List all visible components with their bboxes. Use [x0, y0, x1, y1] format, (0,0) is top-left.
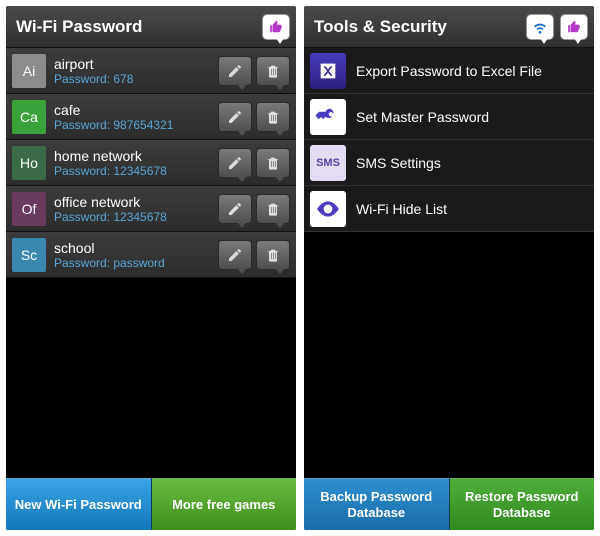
tool-label: Wi-Fi Hide List: [356, 201, 447, 217]
trash-icon: [265, 109, 281, 125]
edit-button[interactable]: [218, 240, 252, 270]
sms-icon: SMS: [310, 145, 346, 181]
pencil-icon: [227, 247, 243, 263]
wifi-row[interactable]: Ai airport Password: 678: [6, 48, 296, 94]
edit-button[interactable]: [218, 148, 252, 178]
wifi-name: cafe: [54, 102, 218, 118]
tools-security-screen: Tools & Security Export Password to Exce…: [304, 6, 594, 530]
trash-icon: [265, 247, 281, 263]
wifi-password-screen: Wi-Fi Password Ai airport Password: 678 …: [6, 6, 296, 530]
wifi-avatar: Ca: [12, 100, 46, 134]
empty-area: [6, 278, 296, 478]
edit-button[interactable]: [218, 194, 252, 224]
wifi-avatar: Sc: [12, 238, 46, 272]
wifi-row[interactable]: Ca cafe Password: 987654321: [6, 94, 296, 140]
wifi-row[interactable]: Sc school Password: password: [6, 232, 296, 278]
pencil-icon: [227, 63, 243, 79]
wifi-icon: [532, 19, 548, 35]
wifi-row-actions: [218, 56, 290, 86]
key-icon: [310, 99, 346, 135]
bottom-bar: New Wi-Fi Password More free games: [6, 478, 296, 530]
wifi-row-actions: [218, 194, 290, 224]
more-free-games-button[interactable]: More free games: [152, 478, 297, 530]
tool-export-excel[interactable]: Export Password to Excel File: [304, 48, 594, 94]
wifi-avatar: Of: [12, 192, 46, 226]
wifi-password: Password: password: [54, 256, 218, 270]
bottom-bar: Backup Password Database Restore Passwor…: [304, 478, 594, 530]
wifi-row-actions: [218, 148, 290, 178]
tool-hide-list[interactable]: Wi-Fi Hide List: [304, 186, 594, 232]
wifi-name: office network: [54, 194, 218, 210]
trash-icon: [265, 155, 281, 171]
screen-title: Wi-Fi Password: [16, 17, 262, 37]
eye-icon: [310, 191, 346, 227]
like-button[interactable]: [560, 14, 588, 40]
edit-button[interactable]: [218, 56, 252, 86]
wifi-button[interactable]: [526, 14, 554, 40]
tools-list: Export Password to Excel File Set Master…: [304, 48, 594, 232]
trash-icon: [265, 63, 281, 79]
wifi-password: Password: 678: [54, 72, 218, 86]
backup-database-button[interactable]: Backup Password Database: [304, 478, 450, 530]
wifi-row-text: cafe Password: 987654321: [54, 102, 218, 132]
wifi-name: airport: [54, 56, 218, 72]
delete-button[interactable]: [256, 148, 290, 178]
wifi-password: Password: 12345678: [54, 164, 218, 178]
tool-label: Export Password to Excel File: [356, 63, 542, 79]
like-button[interactable]: [262, 14, 290, 40]
delete-button[interactable]: [256, 56, 290, 86]
restore-database-button[interactable]: Restore Password Database: [450, 478, 595, 530]
wifi-password: Password: 12345678: [54, 210, 218, 224]
pencil-icon: [227, 155, 243, 171]
wifi-password: Password: 987654321: [54, 118, 218, 132]
titlebar-actions: [262, 14, 290, 40]
thumb-up-icon: [567, 20, 581, 34]
wifi-avatar: Ho: [12, 146, 46, 180]
titlebar-actions: [526, 14, 588, 40]
delete-button[interactable]: [256, 240, 290, 270]
trash-icon: [265, 201, 281, 217]
pencil-icon: [227, 201, 243, 217]
tool-label: Set Master Password: [356, 109, 489, 125]
tool-sms-settings[interactable]: SMS SMS Settings: [304, 140, 594, 186]
wifi-list: Ai airport Password: 678 Ca cafe Passwor…: [6, 48, 296, 278]
empty-area: [304, 232, 594, 478]
wifi-avatar: Ai: [12, 54, 46, 88]
new-wifi-password-button[interactable]: New Wi-Fi Password: [6, 478, 152, 530]
wifi-row[interactable]: Of office network Password: 12345678: [6, 186, 296, 232]
screen-title: Tools & Security: [314, 17, 526, 37]
wifi-row-actions: [218, 240, 290, 270]
wifi-name: school: [54, 240, 218, 256]
tool-master-password[interactable]: Set Master Password: [304, 94, 594, 140]
wifi-row-text: school Password: password: [54, 240, 218, 270]
delete-button[interactable]: [256, 194, 290, 224]
titlebar: Wi-Fi Password: [6, 6, 296, 48]
wifi-row-actions: [218, 102, 290, 132]
thumb-up-icon: [269, 20, 283, 34]
wifi-name: home network: [54, 148, 218, 164]
wifi-row-text: airport Password: 678: [54, 56, 218, 86]
wifi-row[interactable]: Ho home network Password: 12345678: [6, 140, 296, 186]
tool-label: SMS Settings: [356, 155, 441, 171]
excel-icon: [310, 53, 346, 89]
wifi-row-text: home network Password: 12345678: [54, 148, 218, 178]
delete-button[interactable]: [256, 102, 290, 132]
edit-button[interactable]: [218, 102, 252, 132]
wifi-row-text: office network Password: 12345678: [54, 194, 218, 224]
titlebar: Tools & Security: [304, 6, 594, 48]
pencil-icon: [227, 109, 243, 125]
